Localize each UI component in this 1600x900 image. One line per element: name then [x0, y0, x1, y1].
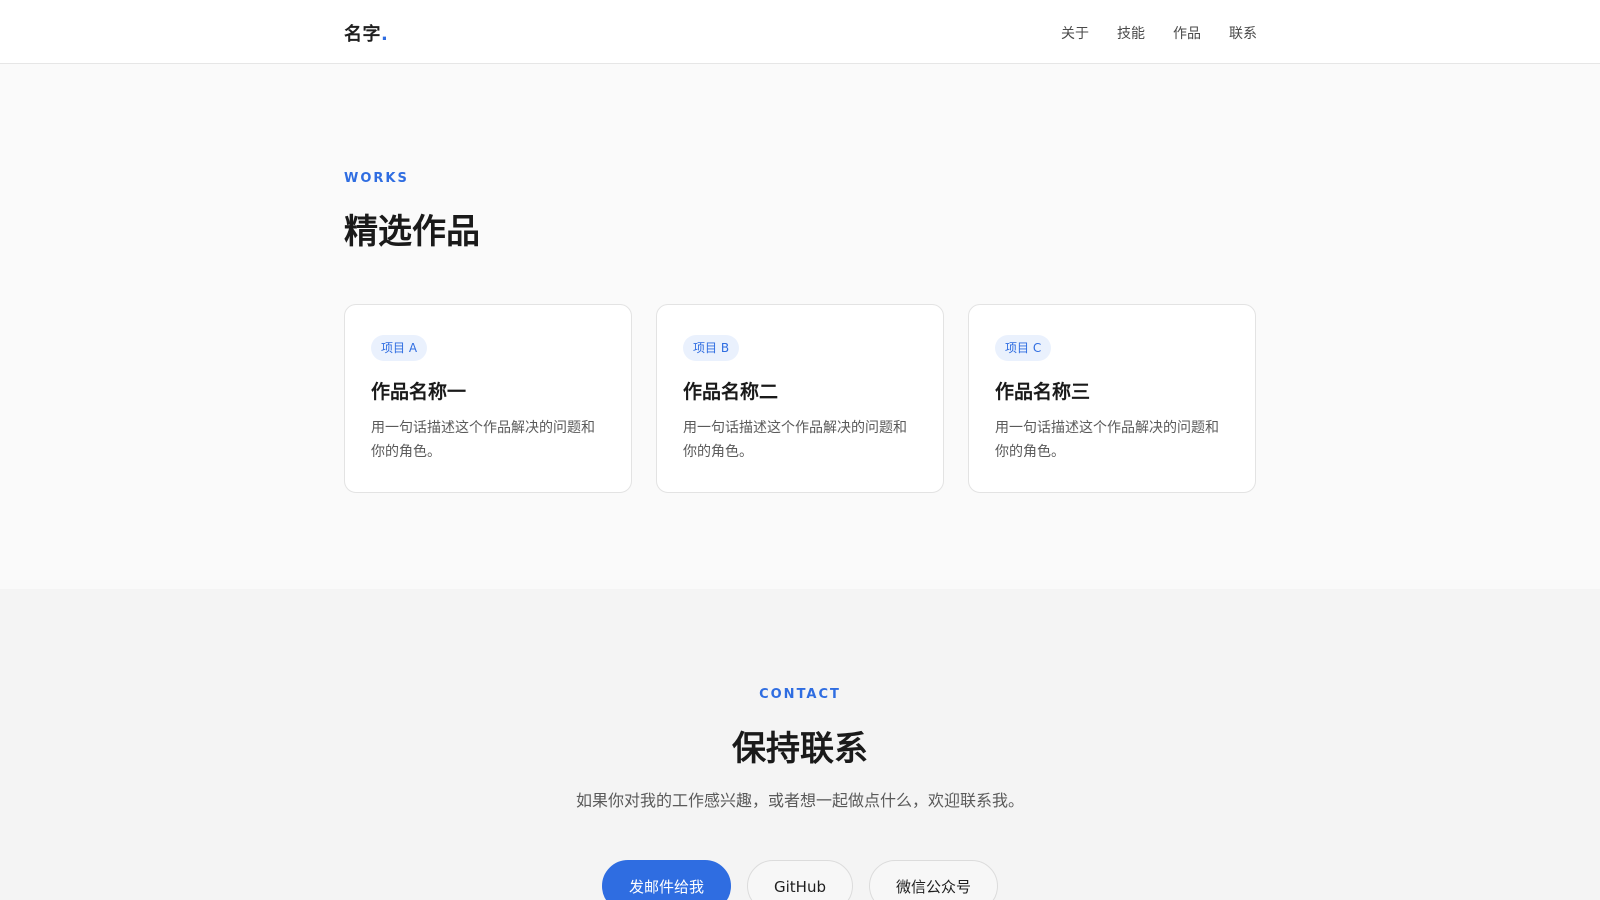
- contact-section: CONTACT 保持联系 如果你对我的工作感兴趣，或者想一起做点什么，欢迎联系我…: [0, 589, 1600, 900]
- work-card[interactable]: 项目 C 作品名称三 用一句话描述这个作品解决的问题和你的角色。: [968, 304, 1256, 493]
- work-card-description: 用一句话描述这个作品解决的问题和你的角色。: [371, 420, 595, 460]
- contact-title: 保持联系: [732, 729, 868, 769]
- nav-item-contact[interactable]: 联系: [1229, 23, 1257, 43]
- work-card[interactable]: 项目 B 作品名称二 用一句话描述这个作品解决的问题和你的角色。: [656, 304, 944, 493]
- work-card-description: 用一句话描述这个作品解决的问题和你的角色。: [995, 420, 1219, 460]
- project-tag: 项目 B: [683, 335, 740, 361]
- work-card-description: 用一句话描述这个作品解决的问题和你的角色。: [683, 420, 907, 460]
- contact-eyebrow: CONTACT: [759, 687, 841, 702]
- site-header: 名字. 关于 技能 作品 联系: [0, 0, 1600, 64]
- github-button[interactable]: GitHub: [747, 860, 853, 900]
- email-button[interactable]: 发邮件给我: [601, 860, 731, 900]
- main-nav: 关于 技能 作品 联系: [1061, 23, 1257, 43]
- project-tag: 项目 C: [995, 335, 1052, 361]
- work-card-title: 作品名称一: [371, 381, 467, 403]
- nav-item-works[interactable]: 作品: [1173, 23, 1201, 43]
- works-section: WORKS 精选作品 项目 A 作品名称一 用一句话描述这个作品解决的问题和你的…: [0, 64, 1600, 589]
- work-card-title: 作品名称二: [683, 381, 779, 403]
- works-eyebrow: WORKS: [344, 171, 409, 186]
- works-title: 精选作品: [344, 212, 480, 252]
- brand-name: 名字: [344, 24, 381, 45]
- brand-dot: .: [381, 24, 389, 45]
- work-card-title: 作品名称三: [995, 381, 1091, 403]
- works-card-list: 项目 A 作品名称一 用一句话描述这个作品解决的问题和你的角色。 项目 B 作品…: [344, 304, 1256, 493]
- nav-item-about[interactable]: 关于: [1061, 23, 1089, 43]
- nav-item-skills[interactable]: 技能: [1117, 23, 1145, 43]
- contact-actions: 发邮件给我 GitHub 微信公众号: [0, 860, 1600, 900]
- project-tag: 项目 A: [371, 335, 428, 361]
- wechat-button[interactable]: 微信公众号: [868, 860, 998, 900]
- brand-logo[interactable]: 名字.: [344, 20, 388, 46]
- contact-subtitle: 如果你对我的工作感兴趣，或者想一起做点什么，欢迎联系我。: [575, 791, 1024, 810]
- work-card[interactable]: 项目 A 作品名称一 用一句话描述这个作品解决的问题和你的角色。: [344, 304, 632, 493]
